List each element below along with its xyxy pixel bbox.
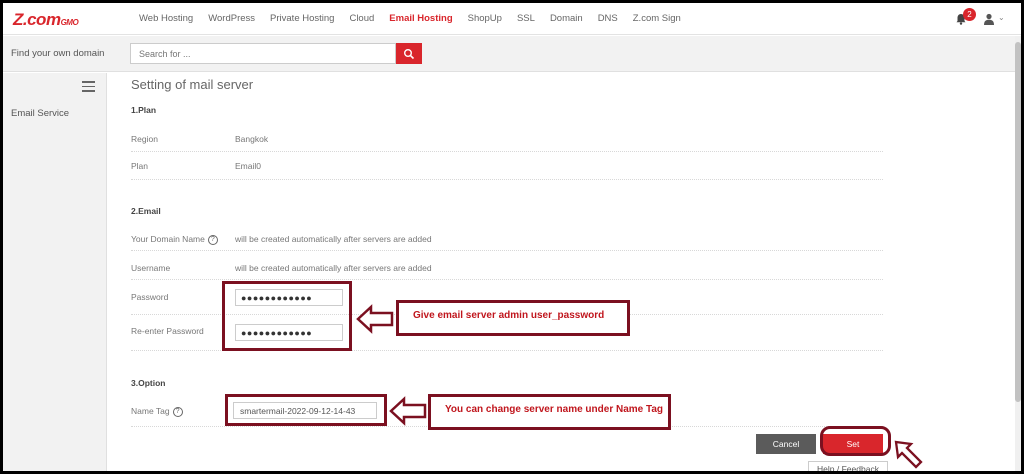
domain-name-label-text: Your Domain Name [131, 234, 205, 244]
nav-web-hosting[interactable]: Web Hosting [139, 13, 193, 24]
row-divider [131, 179, 883, 180]
annotation-password-box [222, 281, 352, 351]
arrow-up-left-icon [894, 440, 923, 469]
nav-zcom-sign[interactable]: Z.com Sign [633, 13, 681, 24]
name-tag-label-text: Name Tag [131, 406, 170, 416]
region-label: Region [131, 134, 158, 144]
logo-suffix: GMO [60, 18, 79, 27]
nav-cloud[interactable]: Cloud [349, 13, 374, 24]
annotation-nametag-box [225, 394, 387, 426]
username-value: will be created automatically after serv… [235, 263, 432, 273]
name-tag-label: Name Tag? [131, 406, 183, 417]
help-icon[interactable]: ? [207, 234, 218, 245]
zcom-logo[interactable]: Z.comGMO [13, 10, 79, 30]
annotation-password-note: Give email server admin user_password [396, 300, 630, 336]
row-divider [131, 151, 883, 152]
arrow-left-icon [389, 396, 427, 426]
scrollbar-thumb[interactable] [1015, 42, 1021, 402]
nav-ssl[interactable]: SSL [517, 13, 535, 24]
page-scrollbar[interactable] [1015, 36, 1021, 471]
reenter-password-label: Re-enter Password [131, 326, 204, 336]
cancel-button[interactable]: Cancel [756, 434, 816, 454]
region-value: Bangkok [235, 134, 269, 144]
find-domain-label: Find your own domain [11, 48, 105, 59]
nav-private-hosting[interactable]: Private Hosting [270, 13, 334, 24]
annotation-nametag-note: You can change server name under Name Ta… [428, 394, 671, 430]
left-sidebar: Email Service [3, 73, 107, 471]
arrow-left-icon [356, 304, 394, 334]
notification-badge: 2 [963, 8, 976, 21]
page-title: Setting of mail server [131, 77, 254, 92]
domain-search-input[interactable] [130, 43, 396, 64]
row-divider [131, 250, 883, 251]
section-plan-title: 1.Plan [131, 105, 157, 115]
password-label: Password [131, 292, 169, 302]
plan-value: Email0 [235, 161, 261, 171]
nav-menu: Web Hosting WordPress Private Hosting Cl… [139, 13, 696, 24]
menu-icon[interactable] [82, 81, 95, 92]
sidebar-item-email-service[interactable]: Email Service [11, 108, 69, 119]
logo-text: Z.com [13, 10, 61, 29]
annotation-set-box [820, 426, 891, 456]
plan-label: Plan [131, 161, 149, 171]
browser-frame: Z.comGMO Web Hosting WordPress Private H… [0, 0, 1024, 474]
domain-name-label: Your Domain Name? [131, 234, 218, 245]
nav-shopup[interactable]: ShopUp [468, 13, 502, 24]
row-divider [131, 279, 883, 280]
nav-email-hosting[interactable]: Email Hosting [389, 13, 452, 24]
nav-dns[interactable]: DNS [598, 13, 618, 24]
chevron-down-icon[interactable]: ⌄ [998, 13, 1005, 22]
user-icon[interactable] [983, 13, 995, 25]
help-feedback-tab[interactable]: Help / Feedback [808, 461, 888, 471]
domain-search-bar: Find your own domain [3, 36, 1021, 72]
top-navigation: Z.comGMO Web Hosting WordPress Private H… [3, 3, 1021, 35]
search-icon [404, 48, 415, 59]
nav-wordpress[interactable]: WordPress [208, 13, 255, 24]
domain-name-value: will be created automatically after serv… [235, 234, 432, 244]
nav-domain[interactable]: Domain [550, 13, 583, 24]
section-email-title: 2.Email [131, 206, 161, 216]
search-button[interactable] [396, 43, 422, 64]
username-label: Username [131, 263, 171, 273]
help-icon[interactable]: ? [172, 406, 183, 417]
section-option-title: 3.Option [131, 378, 166, 388]
